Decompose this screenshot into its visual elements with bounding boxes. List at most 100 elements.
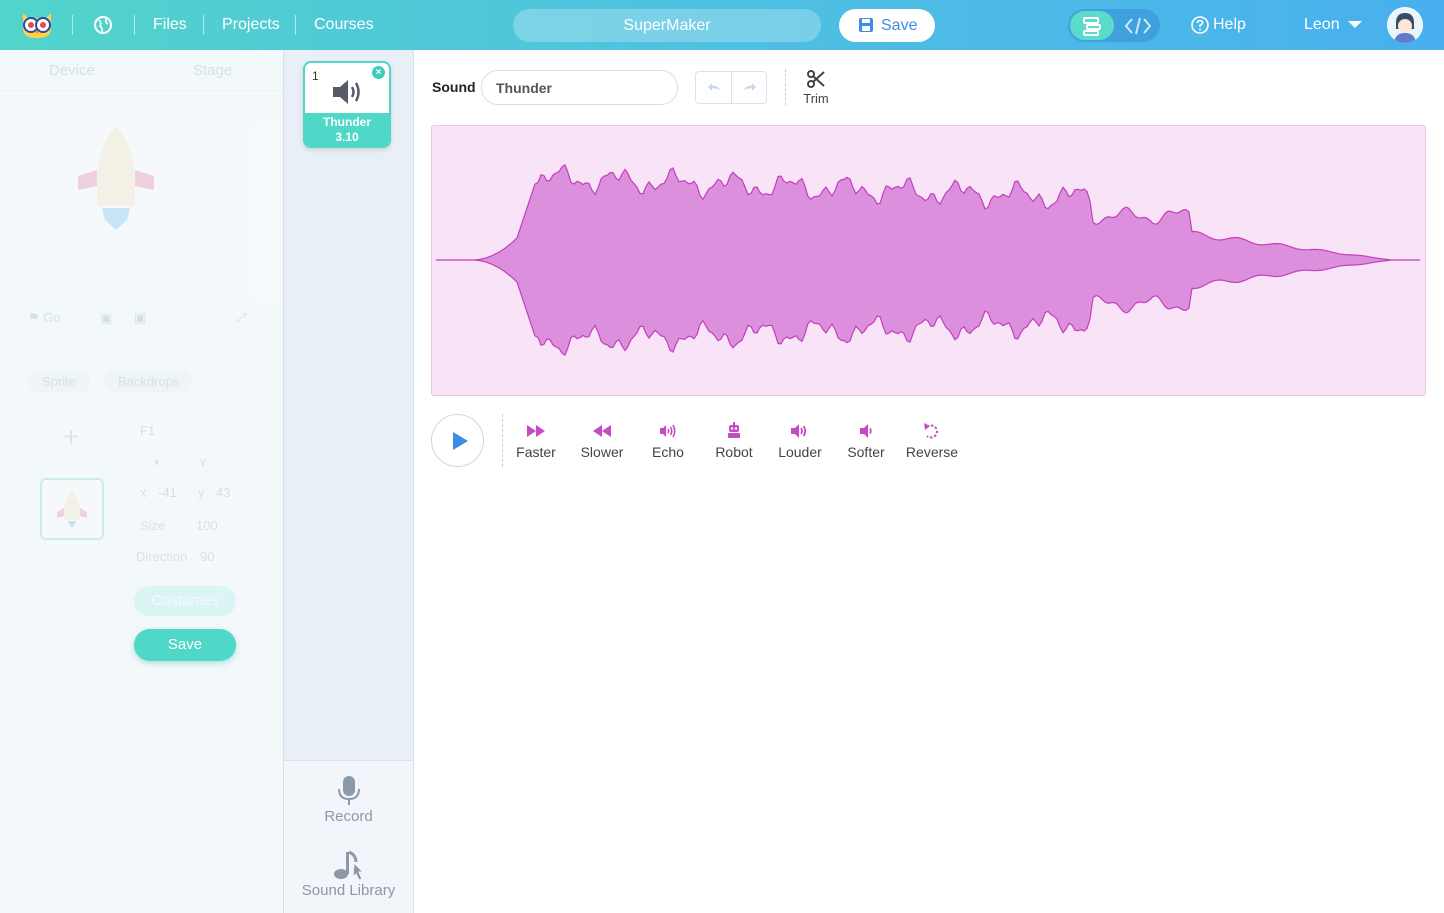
scissors-icon xyxy=(807,70,825,88)
size-field[interactable]: 100 xyxy=(188,515,236,537)
speaker-icon xyxy=(333,80,360,104)
fullscreen-icon[interactable]: ⤢ xyxy=(236,310,246,326)
direction-field[interactable]: 90 xyxy=(192,546,236,568)
effect-softer-button[interactable]: Softer xyxy=(836,422,896,460)
x-field[interactable]: -41 xyxy=(150,482,190,504)
undo-icon xyxy=(708,83,720,91)
effect-louder-label: Louder xyxy=(778,444,822,460)
user-avatar-icon xyxy=(1388,8,1422,43)
sound-item-duration: 3.10 xyxy=(335,130,359,144)
rocket-thumb-icon xyxy=(57,490,87,528)
project-name-field[interactable]: SuperMaker xyxy=(513,9,821,42)
sound-item[interactable]: 1 × Thunder 3.10 xyxy=(303,61,391,148)
redo-icon xyxy=(744,83,756,91)
rotation-icon[interactable]: ◐ xyxy=(154,454,162,469)
tab-stage[interactable]: Stage xyxy=(193,62,232,79)
avatar[interactable] xyxy=(1387,7,1423,43)
sound-item-number: 1 xyxy=(312,69,319,83)
record-label: Record xyxy=(324,808,373,825)
sprite-thumbnail[interactable] xyxy=(40,478,104,540)
effect-reverse-button[interactable]: Reverse xyxy=(902,422,962,460)
volume-down-icon xyxy=(860,424,872,438)
divider xyxy=(134,15,135,35)
add-sprite-button[interactable]: + xyxy=(38,406,104,468)
tab-device[interactable]: Device xyxy=(49,62,95,79)
volume-up-icon xyxy=(791,424,807,438)
divider xyxy=(785,69,786,105)
help-label: Help xyxy=(1213,16,1246,33)
help-link[interactable]: Help xyxy=(1191,16,1246,34)
device-stage-tabs: Device Stage xyxy=(0,50,283,91)
y-label: y xyxy=(198,485,205,500)
sprite-name-field[interactable]: F1 xyxy=(132,420,240,442)
floppy-disk-icon xyxy=(859,18,873,32)
effect-echo-button[interactable]: Echo xyxy=(638,422,698,460)
owl-logo-icon[interactable] xyxy=(20,11,54,39)
sound-library-label: Sound Library xyxy=(301,882,396,899)
globe-icon[interactable] xyxy=(93,15,113,35)
nav-projects[interactable]: Projects xyxy=(222,16,280,34)
effect-faster-button[interactable]: Faster xyxy=(506,422,566,460)
microphone-icon xyxy=(337,776,360,805)
stage-panel: Device Stage ⚑ Go ▣ ▣ ⤢ Sprite Backdrops… xyxy=(0,50,283,913)
help-icon xyxy=(1191,16,1209,34)
x-label: x xyxy=(140,485,147,500)
sound-item-footer: Thunder 3.10 xyxy=(305,113,389,146)
undo-redo-group xyxy=(695,71,767,104)
small-stage-icon[interactable]: ▣ xyxy=(100,310,112,326)
size-label: Size xyxy=(140,518,166,533)
save-button[interactable]: Save xyxy=(839,9,935,42)
redo-button[interactable] xyxy=(732,72,768,103)
waveform-area[interactable] xyxy=(431,125,1426,396)
save-sprite-button[interactable]: Save xyxy=(134,629,236,661)
effect-louder-button[interactable]: Louder xyxy=(770,422,830,460)
rocket-sprite-icon xyxy=(78,126,154,230)
divider xyxy=(295,15,296,35)
large-stage-icon[interactable]: ▣ xyxy=(134,310,146,326)
user-menu[interactable]: Leon xyxy=(1304,16,1340,34)
robot-icon xyxy=(728,422,740,438)
divider xyxy=(72,15,73,35)
rewind-icon xyxy=(593,425,611,437)
sound-tools: Record Sound Library xyxy=(284,760,413,913)
fast-forward-icon xyxy=(527,425,545,437)
tab-sprite[interactable]: Sprite xyxy=(28,370,90,393)
tab-backdrops[interactable]: Backdrops xyxy=(104,370,194,393)
mode-switch xyxy=(1068,9,1160,42)
effect-faster-label: Faster xyxy=(516,444,556,460)
record-button[interactable]: Record xyxy=(284,775,413,825)
trim-button[interactable]: Trim xyxy=(800,69,832,106)
sound-library-button[interactable]: Sound Library xyxy=(284,849,413,899)
code-icon[interactable] xyxy=(1124,15,1152,37)
sound-name-label: Sound xyxy=(432,79,476,95)
blocks-mode-toggle[interactable] xyxy=(1070,11,1114,40)
y-field[interactable]: 43 xyxy=(208,482,242,504)
waveform-shape xyxy=(436,164,1420,356)
flip-icon[interactable]: ⋎ xyxy=(198,454,208,470)
effect-robot-button[interactable]: Robot xyxy=(704,422,764,460)
stage-preview[interactable] xyxy=(12,104,280,302)
sound-item-name: Thunder xyxy=(323,115,371,129)
delete-sound-icon[interactable]: × xyxy=(372,66,385,79)
nav-courses[interactable]: Courses xyxy=(314,16,374,34)
trim-label: Trim xyxy=(803,91,829,106)
nav-files[interactable]: Files xyxy=(153,16,187,34)
music-note-icon xyxy=(333,850,364,881)
top-bar: Files Projects Courses SuperMaker Save H… xyxy=(0,0,1444,50)
effect-echo-label: Echo xyxy=(652,444,684,460)
direction-label: Direction xyxy=(136,549,188,564)
play-button[interactable] xyxy=(431,414,484,467)
undo-button[interactable] xyxy=(696,72,732,103)
effect-slower-button[interactable]: Slower xyxy=(572,422,632,460)
play-icon xyxy=(453,432,468,450)
go-label: Go xyxy=(43,310,61,325)
divider xyxy=(502,414,503,467)
effect-robot-label: Robot xyxy=(715,444,753,460)
go-button[interactable]: ⚑ Go xyxy=(28,310,61,326)
effect-softer-label: Softer xyxy=(847,444,885,460)
divider xyxy=(203,15,204,35)
effect-slower-label: Slower xyxy=(580,444,624,460)
costumes-button[interactable]: Costumes xyxy=(134,586,236,616)
chevron-down-icon[interactable] xyxy=(1348,21,1362,28)
sound-name-input[interactable] xyxy=(481,70,678,105)
